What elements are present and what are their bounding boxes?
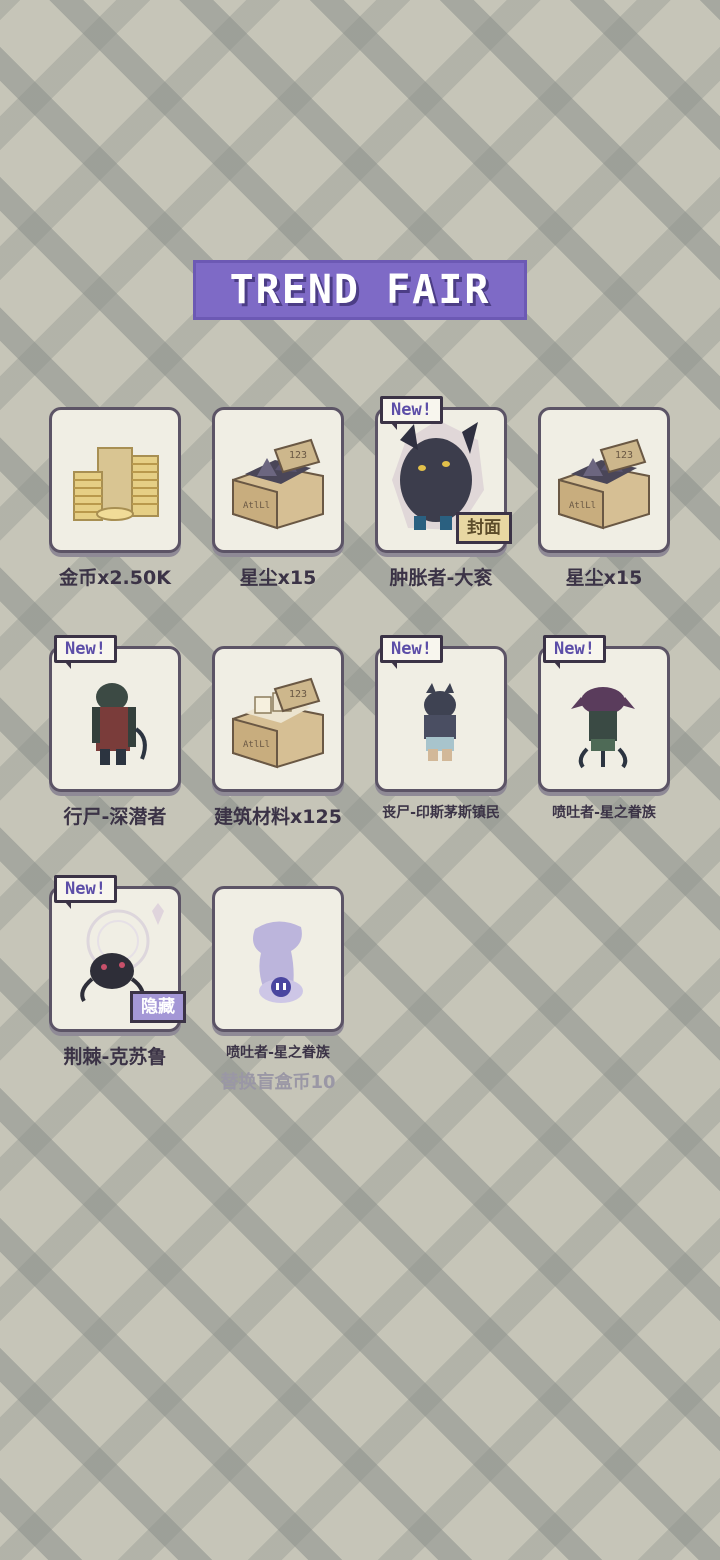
replace-cost-label: 替换盲盒币10	[220, 1072, 336, 1093]
new-badge: New!	[543, 635, 606, 669]
deep-one-icon	[92, 683, 147, 765]
reward-card[interactable]	[49, 407, 181, 553]
svg-text:123: 123	[615, 450, 633, 461]
reward-slot-10[interactable]: 喷吐者-星之眷族 替换盲盒币10	[212, 886, 344, 1094]
reward-card[interactable]: New! 隐藏	[49, 875, 186, 1032]
reward-card[interactable]: 123 AtlLl	[212, 407, 344, 553]
star-spawn-icon	[571, 687, 635, 769]
new-badge: New!	[380, 396, 443, 430]
reward-slot-2[interactable]: 123 AtlLl 星尘x15	[212, 407, 344, 590]
reward-slot-9[interactable]: New! 隐藏 荆棘-克苏鲁	[49, 875, 186, 1069]
new-badge: New!	[54, 635, 117, 669]
reward-label: 星尘x15	[239, 567, 317, 589]
reward-slot-7[interactable]: New! 丧尸-印斯茅斯镇民	[375, 635, 507, 822]
cover-tag: 封面	[456, 512, 512, 544]
svg-text:123: 123	[289, 689, 307, 700]
title-banner: TREND FAIR	[193, 260, 527, 320]
svg-text:AtlLl: AtlLl	[243, 740, 270, 750]
stardust-box-icon: 123 AtlLl	[558, 438, 650, 530]
reward-label: 肿胀者-大衮	[389, 567, 493, 589]
page-title: TREND FAIR	[229, 267, 491, 313]
reward-slot-8[interactable]: New! 喷吐者-星之眷族	[538, 635, 670, 822]
reward-label: 行尸-深潜者	[63, 806, 167, 828]
reward-card[interactable]: New!	[538, 635, 670, 792]
new-badge: New!	[380, 635, 443, 669]
reward-label: 荆棘-克苏鲁	[63, 1046, 167, 1068]
reward-card[interactable]: 123 AtlLl	[538, 407, 670, 553]
ghost-silhouette-icon	[253, 921, 303, 1003]
reward-card[interactable]: New!	[49, 635, 181, 792]
reward-label: 丧尸-印斯茅斯镇民	[382, 805, 500, 821]
stardust-box-icon: 123 AtlLl	[232, 438, 324, 530]
reward-card[interactable]	[212, 886, 344, 1032]
reward-label: 金币x2.50K	[59, 567, 171, 589]
svg-text:AtlLl: AtlLl	[569, 501, 596, 511]
building-material-box-icon: 123 AtlLl	[232, 677, 324, 769]
hidden-tag: 隐藏	[130, 991, 186, 1023]
reward-label: 喷吐者-星之眷族	[552, 805, 656, 821]
reward-card[interactable]: New!	[375, 635, 507, 792]
reward-slot-4[interactable]: 123 AtlLl 星尘x15	[538, 407, 670, 590]
new-badge: New!	[54, 875, 117, 909]
reward-label: 星尘x15	[565, 567, 643, 589]
reward-slot-1[interactable]: 金币x2.50K	[49, 407, 181, 590]
svg-text:123: 123	[289, 450, 307, 461]
svg-text:AtlLl: AtlLl	[243, 501, 270, 511]
reward-card[interactable]: New! 封面	[375, 396, 512, 553]
reward-label: 喷吐者-星之眷族	[226, 1045, 330, 1061]
reward-slot-5[interactable]: New! 行尸-深潜者	[49, 635, 181, 829]
reward-card[interactable]: 123 AtlLl	[212, 646, 344, 792]
reward-slot-3[interactable]: New! 封面 肿胀者-大衮	[375, 396, 512, 590]
reward-slot-6[interactable]: 123 AtlLl 建筑材料x125	[212, 646, 344, 829]
reward-label: 建筑材料x125	[214, 806, 342, 828]
gold-coins-icon	[73, 447, 159, 521]
innsmouth-villager-icon	[424, 683, 456, 761]
